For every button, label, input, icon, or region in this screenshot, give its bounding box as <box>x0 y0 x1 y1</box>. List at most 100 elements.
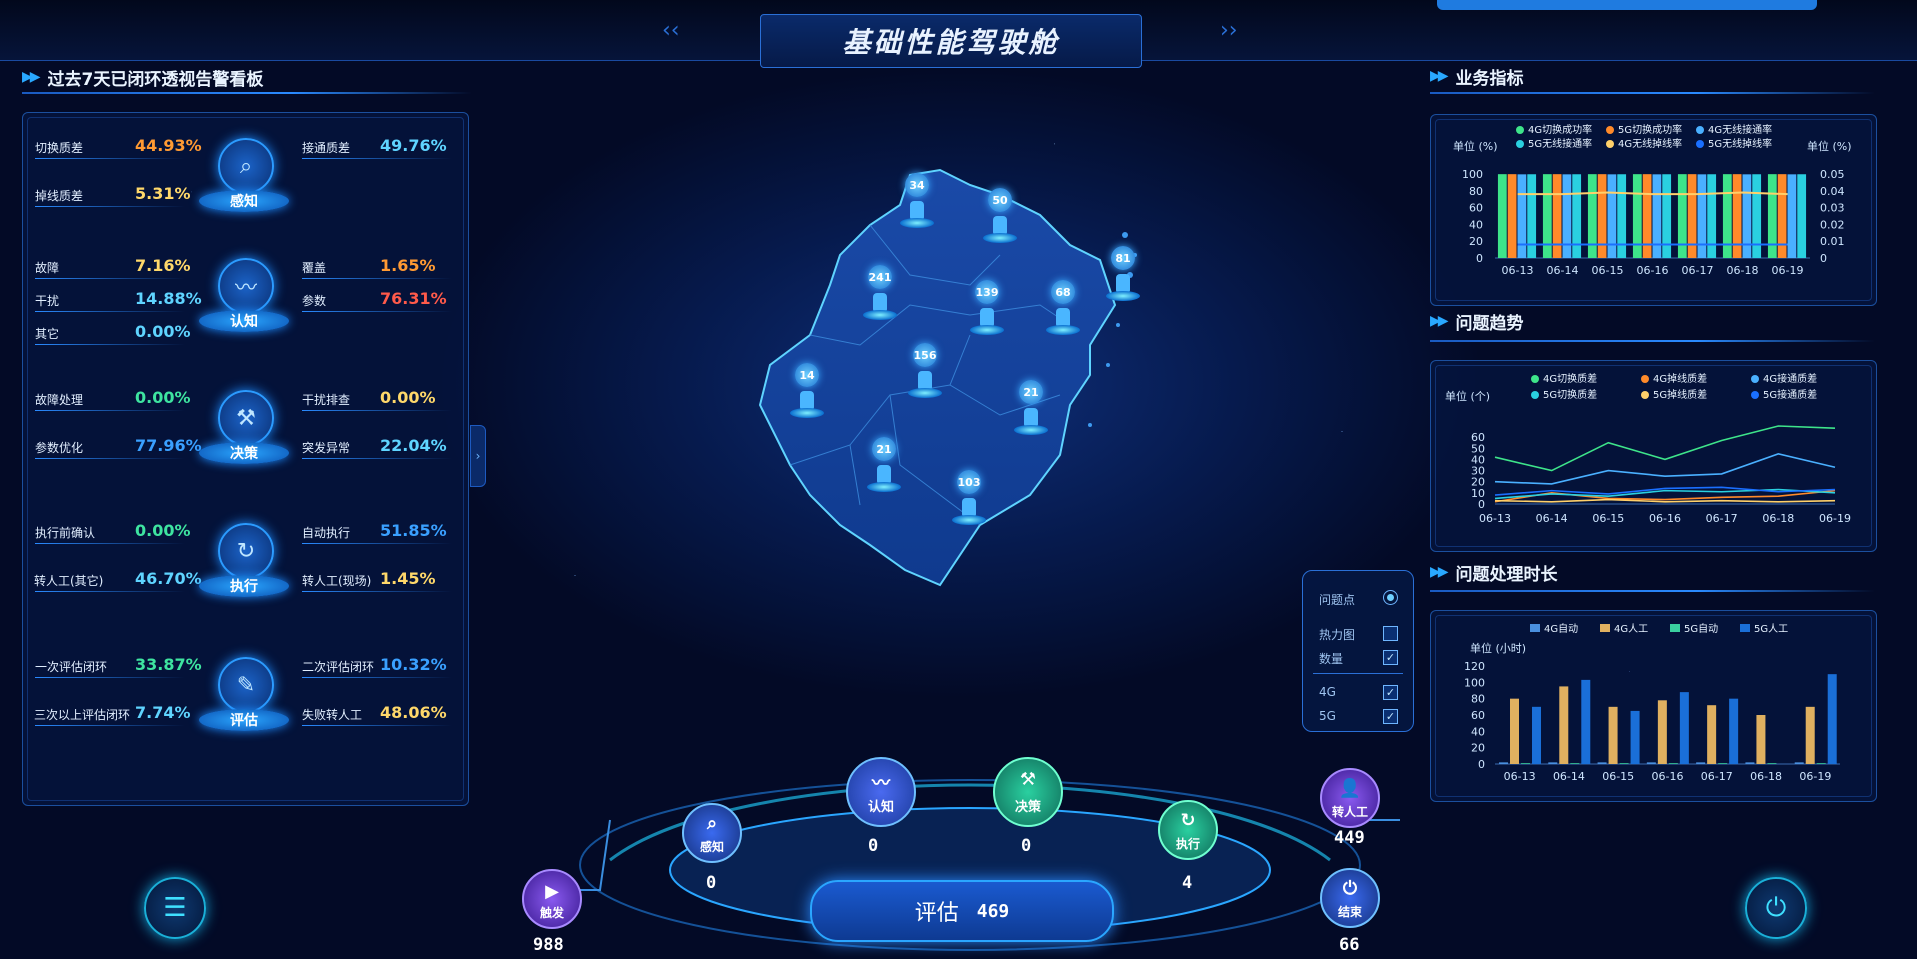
bar <box>1581 679 1591 764</box>
bar <box>1570 763 1580 764</box>
problem-points-radio[interactable] <box>1383 590 1398 605</box>
count-checkbox[interactable]: ✓ <box>1383 650 1398 665</box>
trigger-node[interactable]: ▶ 触发 <box>522 869 582 929</box>
stage-label-4[interactable]: 执行 <box>199 575 289 597</box>
bar <box>1794 762 1804 764</box>
legend-swatch <box>1531 375 1539 383</box>
x-tick-label: 06-15 <box>1592 264 1624 277</box>
execute-node[interactable]: ↻ 执行 <box>1158 800 1218 860</box>
map-point-label[interactable]: 68 <box>1051 280 1075 304</box>
x-tick-label: 06-14 <box>1547 264 1579 277</box>
bar <box>1816 763 1826 764</box>
legend-swatch <box>1696 140 1704 148</box>
stage-label-3[interactable]: 决策 <box>199 442 289 464</box>
y-tick-label: 50 <box>1471 442 1485 455</box>
manual-node[interactable]: 👤 转人工 <box>1320 768 1380 828</box>
map-point-label[interactable]: 139 <box>975 280 999 304</box>
legend-item: 5G掉线质差 <box>1653 388 1707 401</box>
bar <box>1696 762 1706 764</box>
map-point-label[interactable]: 21 <box>1019 380 1043 404</box>
top-tab[interactable] <box>1437 0 1817 10</box>
kpi-title-text: 业务指标 <box>1455 68 1524 89</box>
legend-item: 4G掉线质差 <box>1653 372 1707 385</box>
evaluate-hub[interactable]: 评估 469 <box>810 880 1114 942</box>
map-point-label[interactable]: 50 <box>988 188 1012 212</box>
perceive-value: 0 <box>706 873 717 893</box>
execute-value: 4 <box>1182 873 1193 893</box>
map-point-label[interactable]: 81 <box>1111 246 1135 270</box>
end-node[interactable]: ⏻ 结束 <box>1320 868 1380 928</box>
x-tick-label: 06-15 <box>1602 770 1634 783</box>
metric-value: 7.74% <box>135 703 191 722</box>
bar <box>1532 706 1541 764</box>
bar <box>1805 706 1815 764</box>
decide-node[interactable]: ⚒ 决策 <box>993 757 1063 827</box>
map-point-label[interactable]: 34 <box>905 173 929 197</box>
metric-value: 1.65% <box>380 256 436 275</box>
bar <box>1646 762 1656 764</box>
y2-tick-label: 0.02 <box>1820 218 1845 231</box>
stage-label-1[interactable]: 感知 <box>199 190 289 212</box>
metric-underline <box>35 278 185 279</box>
glow-disc <box>1046 325 1080 335</box>
map-point-label[interactable]: 156 <box>913 343 937 367</box>
y-tick-label: 40 <box>1469 218 1483 231</box>
legend-item: 5G人工 <box>1754 623 1788 635</box>
stage-label-5[interactable]: 评估 <box>199 709 289 731</box>
5g-label: 5G <box>1319 709 1336 723</box>
play-icon: ▶ <box>545 881 559 902</box>
cognize-node[interactable]: 〰 认知 <box>846 757 916 827</box>
bar <box>1756 715 1766 764</box>
map-point-label[interactable]: 241 <box>868 265 892 289</box>
user-icon: 👤 <box>1338 778 1362 799</box>
duration-title-underline <box>1430 590 1875 592</box>
metric-underline <box>302 311 452 312</box>
metric-underline <box>35 206 185 207</box>
bar <box>1559 686 1569 764</box>
heatmap-checkbox[interactable] <box>1383 626 1398 641</box>
metric-label: 转人工(现场) <box>302 574 372 588</box>
bar <box>1745 762 1755 764</box>
y2-tick-label: 0.03 <box>1820 202 1845 215</box>
metric-underline <box>302 677 452 678</box>
collapse-left-panel-button[interactable]: › <box>470 425 486 487</box>
map-point-label[interactable]: 14 <box>795 363 819 387</box>
metric-label: 故障 <box>35 261 60 275</box>
glow-disc <box>863 310 897 320</box>
bar <box>1657 700 1667 764</box>
legend-item: 4G无线掉线率 <box>1618 137 1682 150</box>
metric-underline <box>302 543 452 544</box>
bar <box>1499 762 1508 764</box>
map-point-label[interactable]: 103 <box>957 470 981 494</box>
map-point-label[interactable]: 21 <box>872 437 896 461</box>
legend-swatch <box>1751 375 1759 383</box>
y-tick-label: 120 <box>1464 660 1485 673</box>
edit-icon[interactable]: ✎ <box>218 657 274 713</box>
right-bracket-deco: ›› <box>1220 18 1238 43</box>
kpi-title-underline <box>1430 92 1875 94</box>
power-button[interactable]: ⏻ <box>1745 877 1807 939</box>
x-tick-label: 06-19 <box>1799 770 1831 783</box>
metric-value: 0.00% <box>380 388 436 407</box>
trigger-value: 988 <box>533 935 564 955</box>
robot-icon <box>877 465 891 483</box>
metric-label: 参数优化 <box>35 441 84 455</box>
legend-swatch <box>1516 140 1524 148</box>
refresh-icon[interactable]: ↻ <box>218 523 274 579</box>
pulse-icon[interactable]: 〰 <box>218 258 274 314</box>
x-tick-label: 06-14 <box>1553 770 1585 783</box>
stage-label-2[interactable]: 认知 <box>199 310 289 332</box>
metric-label: 接通质差 <box>302 141 351 155</box>
decide-value: 0 <box>1021 836 1032 856</box>
trend-title-underline <box>1430 340 1875 342</box>
robot-icon <box>1056 308 1070 326</box>
y2-tick-label: 0 <box>1820 252 1827 265</box>
search-icon[interactable]: ⌕ <box>218 138 274 194</box>
bar <box>1608 706 1618 764</box>
4g-checkbox[interactable]: ✓ <box>1383 685 1398 700</box>
5g-checkbox[interactable]: ✓ <box>1383 709 1398 724</box>
perceive-node[interactable]: ⌕ 感知 <box>682 803 742 863</box>
menu-button[interactable]: ☰ <box>144 877 206 939</box>
gavel-icon[interactable]: ⚒ <box>218 390 274 446</box>
metric-underline <box>302 158 452 159</box>
